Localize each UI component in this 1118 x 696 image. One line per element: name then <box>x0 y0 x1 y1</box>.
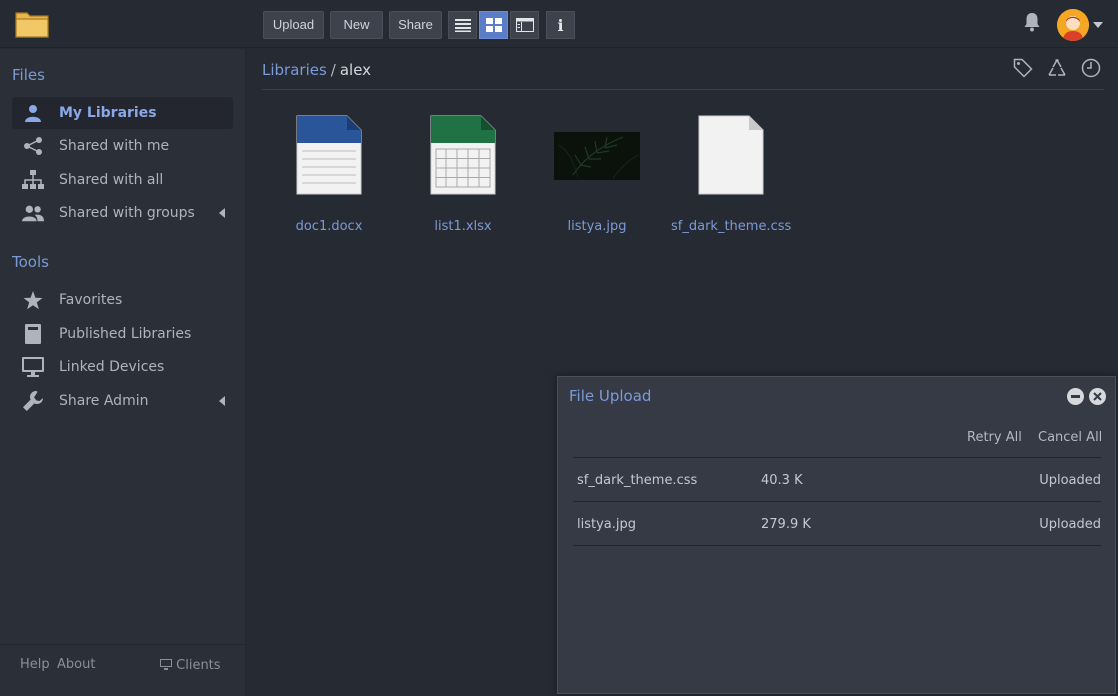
word-document-icon <box>296 115 362 195</box>
help-link[interactable]: Help <box>20 657 50 672</box>
expand-caret-icon[interactable] <box>219 208 225 218</box>
sidebar-item-label: Favorites <box>59 292 123 308</box>
desktop-icon <box>160 659 172 670</box>
file-item[interactable]: doc1.docx <box>269 115 389 234</box>
table-divider <box>573 545 1101 546</box>
folder-logo-icon[interactable] <box>15 10 49 38</box>
wrench-icon <box>22 391 44 411</box>
table-row: sf_dark_theme.css 40.3 K Uploaded <box>573 457 1101 501</box>
sidebar-item-label: Published Libraries <box>59 326 192 342</box>
column-view-button[interactable] <box>510 11 539 39</box>
sidebar-item-my-libraries[interactable]: My Libraries <box>12 97 233 129</box>
file-item[interactable]: sf_dark_theme.css <box>671 115 791 234</box>
notification-bell-icon[interactable] <box>1023 12 1041 36</box>
about-link[interactable]: About <box>57 657 95 672</box>
column-view-icon <box>515 18 534 32</box>
grid-view-button[interactable] <box>479 11 508 39</box>
new-button[interactable]: New <box>330 11 383 39</box>
top-bar: Upload New Share i <box>0 0 1118 48</box>
share-nodes-icon <box>22 136 44 156</box>
sidebar-item-label: Share Admin <box>59 393 149 409</box>
table-row: listya.jpg 279.9 K Uploaded <box>573 501 1101 545</box>
avatar[interactable] <box>1057 9 1089 41</box>
account-menu-chevron-icon[interactable] <box>1093 22 1103 28</box>
sidebar-item-label: Shared with groups <box>59 205 195 221</box>
info-button[interactable]: i <box>546 11 575 39</box>
file-item[interactable]: listya.jpg <box>537 115 657 234</box>
sidebar-item-label: My Libraries <box>59 105 157 121</box>
header-divider <box>262 89 1104 90</box>
sidebar-item-label: Linked Devices <box>59 359 165 375</box>
sidebar-item-shared-with-all[interactable]: Shared with all <box>12 164 233 196</box>
sidebar-item-label: Shared with all <box>59 172 164 188</box>
tag-icon[interactable] <box>1013 58 1033 82</box>
info-icon: i <box>557 15 564 35</box>
file-name-link[interactable]: list1.xlsx <box>403 219 523 234</box>
upload-button[interactable]: Upload <box>263 11 324 39</box>
close-icon[interactable] <box>1089 388 1106 405</box>
clients-label: Clients <box>176 658 221 673</box>
breadcrumb-separator: / <box>330 61 336 79</box>
upload-status: Uploaded <box>1039 473 1101 488</box>
group-icon <box>22 203 44 223</box>
sidebar-item-shared-with-me[interactable]: Shared with me <box>12 130 233 162</box>
file-name-link[interactable]: sf_dark_theme.css <box>671 219 791 234</box>
list-view-button[interactable] <box>448 11 477 39</box>
sidebar-item-published-libraries[interactable]: Published Libraries <box>12 318 233 350</box>
file-name-link[interactable]: doc1.docx <box>269 219 389 234</box>
list-view-icon <box>454 19 471 32</box>
file-upload-dialog: File Upload Retry All Cancel All sf_dark… <box>557 376 1116 694</box>
star-icon <box>22 290 44 310</box>
sidebar-item-linked-devices[interactable]: Linked Devices <box>12 351 233 383</box>
org-chart-icon <box>22 170 44 190</box>
monitor-icon <box>22 357 44 377</box>
tools-heading: Tools <box>12 253 49 271</box>
upload-file-size: 40.3 K <box>761 473 803 488</box>
clients-link[interactable]: Clients <box>160 658 221 673</box>
user-icon <box>22 103 44 123</box>
cancel-all-button[interactable]: Cancel All <box>1038 430 1102 445</box>
upload-file-name: sf_dark_theme.css <box>577 473 698 488</box>
sidebar: Files My Libraries Shared with me Shared… <box>0 49 246 696</box>
dialog-title: File Upload <box>569 387 652 405</box>
breadcrumb-current: alex <box>339 61 372 79</box>
minimize-icon[interactable] <box>1067 388 1084 405</box>
files-heading: Files <box>12 66 45 84</box>
book-icon <box>22 324 44 344</box>
upload-status: Uploaded <box>1039 517 1101 532</box>
breadcrumb: Libraries / alex <box>262 61 371 79</box>
share-button[interactable]: Share <box>389 11 442 39</box>
upload-file-name: listya.jpg <box>577 517 637 532</box>
upload-file-size: 279.9 K <box>761 517 811 532</box>
file-name-link[interactable]: listya.jpg <box>537 219 657 234</box>
grid-view-icon <box>485 18 502 32</box>
history-clock-icon[interactable] <box>1081 58 1101 82</box>
sidebar-item-favorites[interactable]: Favorites <box>12 284 233 316</box>
spreadsheet-icon <box>430 115 496 195</box>
sidebar-item-share-admin[interactable]: Share Admin <box>12 385 233 417</box>
image-thumbnail <box>554 132 640 180</box>
breadcrumb-root-link[interactable]: Libraries <box>262 61 327 79</box>
sidebar-item-label: Shared with me <box>59 138 170 154</box>
recycle-icon[interactable] <box>1047 58 1067 82</box>
generic-file-icon <box>698 115 764 195</box>
expand-caret-icon[interactable] <box>219 396 225 406</box>
sidebar-footer: Help About Clients <box>0 644 246 696</box>
sidebar-item-shared-with-groups[interactable]: Shared with groups <box>12 197 233 229</box>
file-item[interactable]: list1.xlsx <box>403 115 523 234</box>
retry-all-button[interactable]: Retry All <box>967 430 1022 445</box>
